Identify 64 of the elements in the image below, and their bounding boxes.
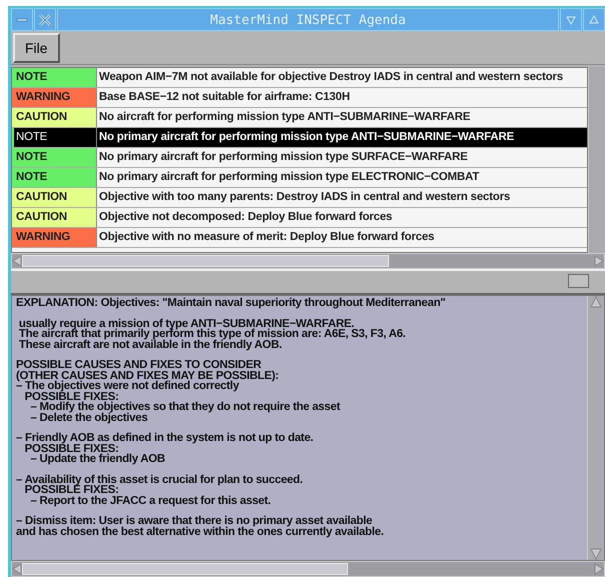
severity-cell: CAUTION	[12, 188, 97, 207]
agenda-row[interactable]: NOTE No primary aircraft for performing mission type ANTI−SUBMARINE−WARFARE	[12, 128, 587, 148]
explanation-line: These aircraft are not available in the friendly AOB.	[18, 340, 283, 350]
maximize-button[interactable]	[583, 8, 605, 31]
agenda-row[interactable]: NOTE Weapon AIM−7M not available for objective Destroy IADS in central and western sectors	[12, 68, 587, 88]
down-triangle-icon	[566, 14, 576, 24]
severity-cell: WARNING	[12, 228, 97, 247]
close-button[interactable]	[34, 8, 56, 31]
close-icon	[38, 12, 52, 26]
horizontal-scrollbar[interactable]	[11, 253, 605, 269]
window-title: MasterMind INSPECT Agenda	[57, 8, 559, 31]
explanation-line: EXPLANATION: Objectives: "Maintain naval superiority throughout Mediterranean"	[16, 298, 446, 308]
minimize-button[interactable]	[11, 8, 33, 31]
severity-cell: NOTE	[12, 128, 97, 147]
agenda-row[interactable]: CAUTION Objective with too many parents: Destroy IADS in central and western sectors	[12, 188, 587, 208]
explanation-line: – Modify the objectives so that they do not require the asset	[29, 402, 342, 412]
explanation-line: POSSIBLE FIXES:	[24, 444, 119, 454]
explanation-line: – Friendly AOB as defined in the system is not up to date.	[16, 433, 314, 444]
right-arrow-icon	[594, 255, 604, 267]
message-cell: No primary aircraft for performing mission type ANTI−SUBMARINE−WARFARE	[97, 128, 587, 147]
agenda-row[interactable]: WARNING Objective with no measure of merit: Deploy Blue forward forces	[12, 228, 587, 248]
severity-cell: CAUTION	[12, 108, 97, 127]
explanation-line: The aircraft that primarily perform this type of mission are: A6E, S3, F3, A6.	[18, 329, 407, 340]
explanation-line: – Dismiss item: User is aware that there is no primary asset available	[16, 516, 372, 526]
severity-cell: CAUTION	[12, 208, 97, 227]
message-cell-text: Objective not decomposed: Deploy Blue forward forces	[98, 210, 394, 225]
explanation-line: – Update the friendly AOB	[29, 454, 166, 464]
horizontal-scrollbar[interactable]	[11, 561, 605, 577]
explanation-line: POSSIBLE CAUSES AND FIXES TO CONSIDER	[16, 360, 262, 370]
message-cell-text: Objective with no measure of merit: Deploy Blue forward forces	[98, 230, 436, 245]
vertical-scrollbar[interactable]	[588, 67, 605, 253]
explanation-line: and has chosen the best alternative within the ones currently available.	[16, 526, 385, 537]
severity-cell: NOTE	[12, 148, 97, 167]
severity-cell: WARNING	[12, 88, 97, 107]
message-cell-text: No primary aircraft for performing mission type ELECTRONIC−COMBAT	[98, 170, 480, 185]
message-cell-text: No aircraft for performing mission type ANTI−SUBMARINE−WARFARE	[98, 110, 472, 125]
menu-button[interactable]: File	[13, 32, 60, 62]
explanation-line: usually require a mission of type ANTI−SUBMARINE−WARFARE.	[18, 318, 354, 329]
severity-cell: NOTE	[12, 68, 97, 87]
vertical-scrollbar[interactable]	[587, 296, 604, 560]
explanation-line: – Availability of this asset is crucial for plan to succeed.	[16, 474, 304, 485]
agenda-row[interactable]: NOTE No primary aircraft for performing mission type ELECTRONIC−COMBAT	[12, 168, 587, 188]
agenda-row[interactable]: NOTE No primary aircraft for performing mission type SURFACE−WARFARE	[12, 148, 587, 168]
message-cell-text: Weapon AIM−7M not available for objective Destroy IADS in central and western sectors	[98, 70, 564, 85]
agenda-row[interactable]: CAUTION Objective not decomposed: Deploy Blue forward forces	[12, 208, 587, 228]
explanation-line: – Delete the objectives	[29, 412, 148, 423]
right-arrow-icon	[594, 563, 604, 575]
agenda-row[interactable]: WARNING Base BASE−12 not suitable for airframe: C130H	[12, 88, 587, 108]
severity-cell: NOTE	[12, 168, 97, 187]
up-triangle-icon	[589, 14, 599, 24]
message-cell-text: Objective with too many parents: Destroy IADS in central and western sectors	[98, 190, 512, 205]
explanation-line: – Report to the JFACC a request for this asset.	[29, 496, 272, 506]
left-arrow-icon	[12, 255, 22, 267]
minimize-button[interactable]	[560, 8, 582, 31]
message-cell-text: Base BASE−12 not suitable for airframe: C130H	[98, 90, 351, 105]
message-cell-text: No primary aircraft for performing mission type SURFACE−WARFARE	[98, 150, 469, 165]
up-arrow-icon	[590, 296, 602, 308]
left-arrow-icon	[12, 563, 22, 575]
sash-handle[interactable]	[568, 274, 589, 288]
explanation-line: – The objectives were not defined correctly	[16, 381, 239, 392]
explanation-line: (OTHER CAUSES AND FIXES MAY BE POSSIBLE):	[16, 370, 280, 381]
explanation-line: POSSIBLE FIXES:	[24, 485, 120, 496]
down-arrow-icon	[590, 548, 602, 560]
explanation-line: POSSIBLE FIXES:	[24, 392, 119, 402]
